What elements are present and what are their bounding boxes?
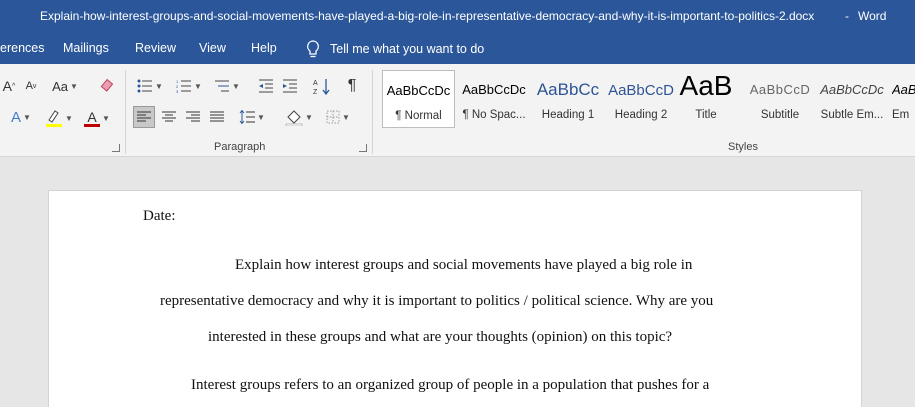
tab-help[interactable]: Help — [251, 41, 277, 55]
highlighter-icon — [46, 110, 63, 127]
align-right-button[interactable] — [183, 107, 203, 127]
tab-mailings[interactable]: Mailings — [63, 41, 109, 55]
shrink-font-icon: A — [25, 80, 33, 92]
style-normal[interactable]: AaBbCcDc ¶ Normal — [382, 70, 455, 128]
tab-references[interactable]: erences — [0, 41, 44, 55]
style-name: ¶ Normal — [395, 110, 442, 122]
grow-font-icon: A — [2, 78, 13, 94]
style-emphasis[interactable]: AaBl Em — [888, 70, 915, 128]
tell-me-search[interactable]: Tell me what you want to do — [304, 39, 484, 59]
shading-button[interactable]: ▼ — [282, 106, 316, 128]
style-preview: AaBbCc — [536, 80, 600, 99]
tab-view[interactable]: View — [199, 41, 226, 55]
style-name: Title — [695, 109, 717, 121]
paragraph-line: interested in these groups and what are … — [208, 329, 673, 345]
multilevel-list-icon — [215, 80, 230, 92]
style-preview: AaBbCcD — [608, 82, 674, 99]
borders-icon — [326, 110, 340, 124]
style-preview: AaB — [679, 70, 733, 101]
style-name: Heading 2 — [614, 109, 668, 121]
align-left-icon — [137, 111, 151, 122]
paint-bucket-icon — [285, 110, 303, 126]
borders-button[interactable]: ▼ — [321, 107, 355, 127]
document-page[interactable]: Date: Explain how interest groups and so… — [48, 190, 862, 407]
show-formatting-marks-button[interactable]: ¶ — [343, 76, 361, 96]
sort-button[interactable]: A Z — [312, 75, 332, 97]
align-right-icon — [186, 111, 200, 122]
grow-font-button[interactable]: A ^ — [0, 76, 18, 96]
change-case-button[interactable]: Aa ▼ — [50, 76, 80, 96]
align-left-button[interactable] — [133, 106, 155, 128]
style-name: Heading 1 — [541, 109, 595, 121]
justify-icon — [210, 111, 224, 122]
font-color-icon: A — [87, 108, 97, 125]
style-subtitle[interactable]: AaBbCcD Subtitle — [744, 70, 816, 128]
styles-group-label: Styles — [728, 141, 758, 153]
decrease-indent-button[interactable] — [257, 76, 275, 96]
lightbulb-icon — [307, 40, 319, 58]
ribbon-tabs: erences Mailings Review View Help Tell m… — [0, 33, 915, 64]
style-preview: AaBl — [892, 82, 915, 97]
font-color-button[interactable]: A ▼ — [80, 107, 114, 129]
title-bar: Explain-how-interest-groups-and-social-m… — [0, 0, 915, 33]
style-name: Subtitle — [760, 109, 800, 121]
shrink-font-button[interactable]: Av — [22, 76, 40, 96]
app-name: Word — [858, 9, 887, 23]
text-effects-button[interactable]: A ▼ — [4, 107, 38, 127]
highlight-color-button[interactable]: ▼ — [42, 107, 76, 129]
svg-text:Z: Z — [313, 89, 318, 95]
line-spacing-icon — [239, 110, 256, 124]
tab-review[interactable]: Review — [135, 41, 176, 55]
increase-indent-button[interactable] — [281, 76, 299, 96]
numbering-button[interactable]: 1 2 3 ▼ — [173, 76, 205, 96]
style-preview: AaBbCcDc — [386, 83, 451, 98]
style-preview: AaBbCcDc — [462, 82, 526, 97]
style-subtle-emphasis[interactable]: AaBbCcDc Subtle Em... — [816, 70, 888, 128]
clear-formatting-button[interactable] — [98, 76, 116, 96]
style-heading-2[interactable]: AaBbCcD Heading 2 — [605, 70, 677, 128]
style-heading-1[interactable]: AaBbCc Heading 1 — [532, 70, 604, 128]
bullets-button[interactable]: ▼ — [134, 76, 166, 96]
text-effects-icon: A — [11, 108, 22, 126]
style-name: Em — [892, 109, 910, 121]
style-preview: AaBbCcD — [749, 82, 811, 97]
decrease-indent-icon — [259, 79, 273, 93]
align-center-button[interactable] — [159, 107, 179, 127]
align-center-icon — [162, 111, 176, 122]
style-title[interactable]: AaB Title — [670, 70, 742, 128]
numbering-icon: 1 2 3 — [176, 79, 192, 93]
paragraph-group-label: Paragraph — [214, 141, 266, 153]
line-spacing-button[interactable]: ▼ — [236, 107, 268, 127]
style-name: Subtle Em... — [820, 109, 884, 121]
paragraph-line: Explain how interest groups and social m… — [235, 257, 693, 273]
eraser-icon — [100, 78, 114, 92]
paragraph-dialog-launcher[interactable] — [359, 144, 367, 152]
title-separator: - — [845, 9, 849, 23]
increase-indent-icon — [283, 79, 297, 93]
svg-text:A: A — [313, 80, 318, 87]
bullets-icon — [137, 79, 153, 93]
style-name: ¶ No Spac... — [462, 109, 526, 121]
multilevel-list-button[interactable]: ▼ — [211, 76, 243, 96]
style-no-spacing[interactable]: AaBbCcDc ¶ No Spac... — [458, 70, 530, 128]
tell-me-text: Tell me what you want to do — [330, 42, 485, 56]
paragraph-line: Interest groups refers to an organized g… — [191, 377, 710, 393]
group-divider — [125, 70, 126, 154]
paragraph-line: representative democracy and why it is i… — [160, 293, 714, 309]
pilcrow-icon: ¶ — [347, 77, 357, 94]
date-label: Date: — [143, 208, 176, 224]
document-title: Explain-how-interest-groups-and-social-m… — [40, 9, 815, 23]
style-preview: AaBbCcDc — [820, 82, 884, 97]
sort-icon: A Z — [313, 79, 330, 95]
font-dialog-launcher[interactable] — [112, 144, 120, 152]
styles-gallery: AaBbCcDc ¶ Normal AaBbCcDc ¶ No Spac... … — [380, 70, 915, 130]
svg-text:3: 3 — [176, 89, 179, 93]
justify-button[interactable] — [207, 107, 227, 127]
change-case-icon: Aa — [52, 78, 68, 94]
group-divider — [372, 70, 373, 154]
